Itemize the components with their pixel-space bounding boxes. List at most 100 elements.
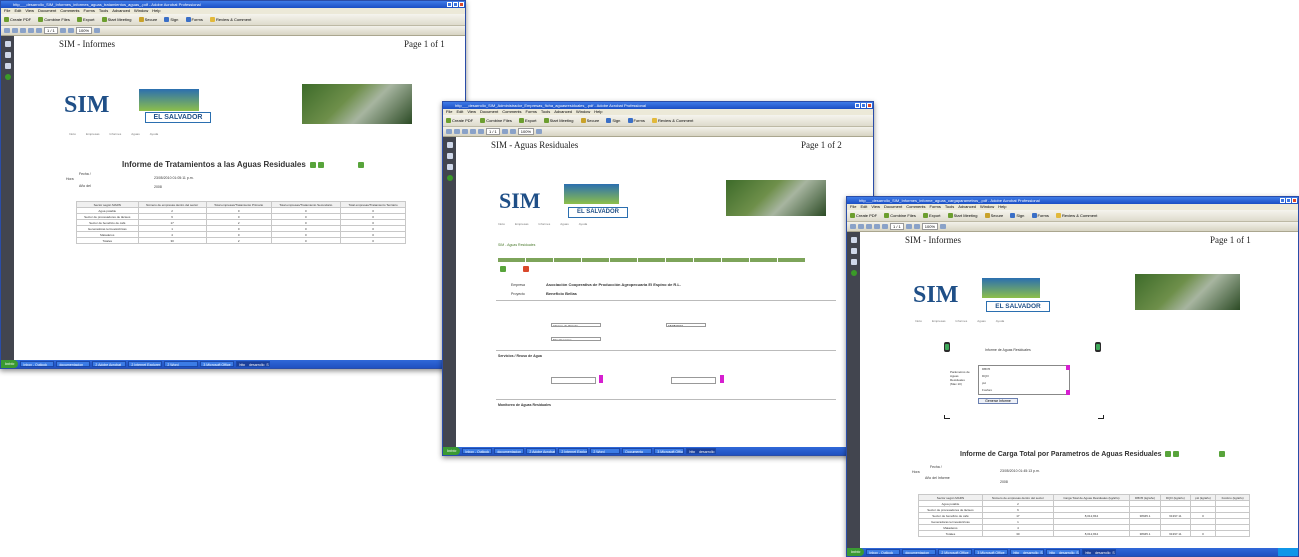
maximize-icon[interactable] (453, 2, 458, 7)
minimize-icon[interactable] (447, 2, 452, 7)
export-pdf-icon[interactable] (1165, 451, 1172, 458)
close-icon[interactable] (1292, 198, 1297, 203)
pages-icon[interactable] (446, 142, 453, 148)
minimize-icon[interactable] (855, 103, 860, 108)
maximize-icon[interactable] (861, 103, 866, 108)
zoom-out-icon[interactable] (501, 129, 508, 134)
acrobat-window-2[interactable]: http___desarrollo_SIM_Administrador_Empr… (442, 101, 874, 456)
next-page-icon[interactable] (478, 129, 484, 134)
email-icon[interactable] (462, 129, 468, 134)
email-icon[interactable] (20, 28, 26, 33)
export-button[interactable]: Export (76, 17, 95, 23)
create-pdf-button[interactable]: Create PDF (446, 118, 473, 124)
menu-tools[interactable]: Tools (541, 109, 550, 114)
tratamiento-scroll[interactable] (599, 375, 603, 383)
param-option[interactable]: pH (979, 380, 1069, 387)
menu-edit[interactable]: Edit (14, 8, 21, 13)
signatures-icon[interactable] (4, 63, 11, 69)
menu-document[interactable]: Document (884, 204, 902, 209)
review-comment-button[interactable]: Review & Comment (651, 118, 693, 124)
window-title-bar[interactable]: http___desarrollo_SIM_Informes_informes_… (1, 1, 465, 8)
menu-document[interactable]: Document (38, 8, 56, 13)
tab-4[interactable] (582, 258, 609, 262)
bookmarks-icon[interactable] (850, 248, 857, 254)
menu-window[interactable]: Window (980, 204, 994, 209)
open-icon[interactable] (446, 129, 452, 134)
proceso-field[interactable] (671, 377, 716, 384)
start-button[interactable]: Inicio (443, 447, 461, 455)
menu-tools[interactable]: Tools (945, 204, 954, 209)
sign-button[interactable]: Sign (606, 118, 620, 124)
tab-11[interactable] (778, 258, 805, 262)
proceso-scroll[interactable] (720, 375, 724, 383)
tratamiento-field[interactable] (551, 377, 596, 384)
forms-button[interactable]: Forms (627, 118, 645, 124)
taskbar-item[interactable]: Inbox - Outlook (866, 549, 901, 555)
listbox-scroll-up[interactable] (1066, 365, 1070, 370)
menu-tools[interactable]: Tools (99, 8, 108, 13)
taskbar-item[interactable]: http__desarrollo_SIM (1010, 549, 1045, 555)
taskbar-item[interactable]: 2 Word (164, 361, 199, 367)
sign-button[interactable]: Sign (164, 17, 178, 23)
acrobat-window-1[interactable]: http___desarrollo_SIM_Informes_informes_… (0, 0, 466, 369)
menu-window[interactable]: Window (576, 109, 590, 114)
tab-1[interactable] (498, 258, 525, 262)
menu-document[interactable]: Document (480, 109, 498, 114)
sign-button[interactable]: Sign (1010, 213, 1024, 219)
menu-file[interactable]: File (4, 8, 10, 13)
menu-comments[interactable]: Comments (906, 204, 925, 209)
bookmarks-icon[interactable] (4, 52, 11, 58)
menu-help[interactable]: Help (998, 204, 1006, 209)
start-meeting-button[interactable]: Start Meeting (543, 118, 573, 124)
review-comment-button[interactable]: Review & Comment (1055, 213, 1097, 219)
menu-help[interactable]: Help (152, 8, 160, 13)
next-page-icon[interactable] (882, 224, 888, 229)
taskbar-item[interactable]: 3 Microsoft Office (654, 448, 685, 454)
print-report-icon[interactable] (358, 161, 365, 168)
start-meeting-button[interactable]: Start Meeting (947, 213, 977, 219)
zoom-field[interactable]: 100% (921, 223, 939, 230)
secure-button[interactable]: Secure (984, 213, 1003, 219)
tab-8[interactable] (694, 258, 721, 262)
taskbar-item[interactable]: Documento (622, 448, 653, 454)
fuente-select[interactable]: Informe de Tramite (551, 323, 601, 327)
pages-icon[interactable] (4, 41, 11, 47)
tipo-select[interactable]: Tipo P cuerpo (551, 337, 601, 341)
taskbar-item[interactable]: Inbox - Outlook (20, 361, 55, 367)
tab-3[interactable] (554, 258, 581, 262)
prev-page-icon[interactable] (874, 224, 880, 229)
create-pdf-button[interactable]: Create PDF (850, 213, 877, 219)
page-nav-field[interactable]: 1 / 1 (486, 128, 500, 135)
attachments-icon[interactable] (850, 270, 857, 276)
signatures-icon[interactable] (446, 164, 453, 170)
tab-9[interactable] (722, 258, 749, 262)
taskbar-item[interactable]: documentacion (494, 448, 525, 454)
taskbar-item[interactable]: 2 Microsoft Office (938, 549, 973, 555)
export-button[interactable]: Export (518, 118, 537, 124)
menu-window[interactable]: Window (134, 8, 148, 13)
signatures-icon[interactable] (850, 259, 857, 265)
print-icon[interactable] (858, 224, 864, 229)
param-option[interactable]: DQO (979, 373, 1069, 380)
generate-report-button[interactable]: Generar Informe (978, 398, 1018, 404)
print-report-icon[interactable] (1219, 451, 1226, 458)
taskbar-item[interactable]: http__desarrollo_SIM (686, 448, 717, 454)
open-icon[interactable] (4, 28, 10, 33)
fit-page-icon[interactable] (940, 224, 947, 229)
menu-advanced[interactable]: Advanced (112, 8, 130, 13)
taskbar-item[interactable]: 2 Word (590, 448, 621, 454)
menu-view[interactable]: View (25, 8, 34, 13)
param-option[interactable]: Fosforo (979, 387, 1069, 394)
menu-forms[interactable]: Forms (526, 109, 537, 114)
window-title-bar[interactable]: http___desarrollo_SIM_Administrador_Empr… (443, 102, 873, 109)
forms-button[interactable]: Forms (1031, 213, 1049, 219)
pages-icon[interactable] (850, 237, 857, 243)
page-nav-field[interactable]: 1 / 1 (890, 223, 904, 230)
param-listbox[interactable]: DBO5 DQO pH Fosforo (978, 365, 1070, 395)
listbox-scroll-down[interactable] (1066, 390, 1070, 395)
zoom-in-icon[interactable] (67, 28, 74, 33)
export-excel-icon[interactable] (1173, 451, 1180, 458)
taskbar-item[interactable]: 3 Microsoft Office (974, 549, 1009, 555)
fecha-field[interactable]: 15/05/2010 (666, 323, 706, 327)
attachments-icon[interactable] (446, 175, 453, 181)
